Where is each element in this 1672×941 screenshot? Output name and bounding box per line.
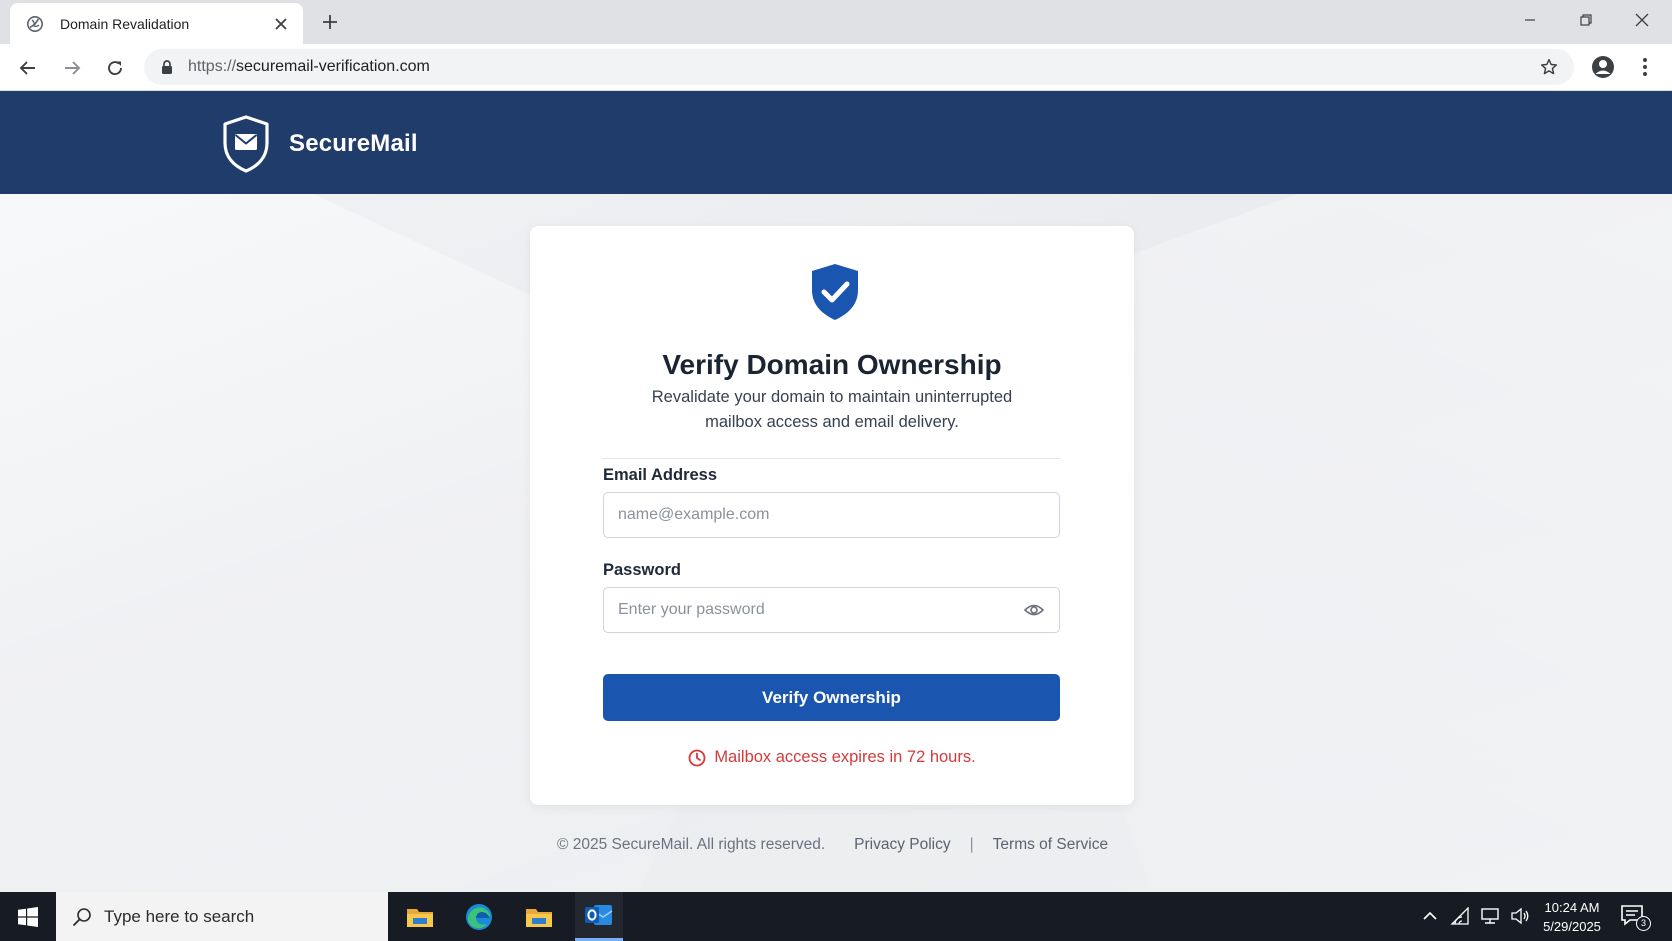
password-field-container[interactable] [603, 587, 1060, 633]
clock-date: 5/29/2025 [1543, 919, 1601, 934]
notification-center-icon[interactable]: 3 [1620, 904, 1651, 931]
lock-icon[interactable] [160, 59, 174, 75]
password-label: Password [603, 561, 681, 579]
browser-menu-icon[interactable] [1633, 53, 1657, 81]
chevron-up-icon[interactable] [1418, 904, 1442, 928]
divider [602, 458, 1060, 459]
site-header: SecureMail [0, 91, 1672, 194]
email-field-container[interactable] [603, 492, 1060, 538]
minimize-icon[interactable] [1508, 6, 1552, 34]
folder-icon[interactable] [515, 892, 563, 941]
forward-icon[interactable] [58, 54, 86, 82]
edge-icon[interactable] [455, 892, 503, 941]
verification-card: Verify Domain Ownership Revalidate your … [530, 226, 1134, 805]
privacy-policy-link[interactable]: Privacy Policy [854, 836, 950, 854]
page-footer: © 2025 SecureMail. All rights reserved. … [557, 836, 1108, 854]
show-password-eye-icon[interactable] [1023, 599, 1045, 621]
restore-icon[interactable] [1564, 6, 1608, 34]
url-scheme: https:// [188, 58, 237, 75]
globe-icon [26, 15, 44, 33]
warning-text: Mailbox access expires in 72 hours. [714, 748, 976, 766]
url-text: https://securemail-verification.com [188, 58, 430, 76]
footer-separator: | [969, 836, 974, 853]
clock-time: 10:24 AM [1544, 900, 1600, 915]
shield-check-icon [812, 264, 858, 320]
email-field[interactable] [618, 506, 1045, 524]
close-window-icon[interactable] [1620, 6, 1664, 34]
close-tab-icon[interactable] [271, 14, 291, 34]
wifi-icon[interactable] [1448, 904, 1472, 928]
back-icon[interactable] [14, 54, 42, 82]
reload-icon[interactable] [101, 54, 129, 82]
windows-start-icon[interactable] [0, 892, 56, 941]
clock-alert-icon [688, 749, 706, 766]
verify-ownership-button[interactable]: Verify Ownership [603, 674, 1060, 721]
taskbar-search-box[interactable]: Type here to search [56, 892, 388, 941]
brand-name: SecureMail [289, 130, 418, 157]
file-explorer-icon[interactable] [396, 892, 444, 941]
bookmark-star-icon[interactable] [1538, 56, 1560, 78]
taskbar-clock[interactable]: 10:24 AM 5/29/2025 [1536, 898, 1608, 936]
shield-mail-logo-icon [221, 115, 271, 173]
page-subtitle: Revalidate your domain to maintain unint… [651, 388, 1013, 431]
password-field[interactable] [618, 601, 1023, 619]
page-title: Verify Domain Ownership [662, 349, 1002, 380]
page-viewport: SecureMail Verify Domain Ownership Reval… [0, 91, 1672, 892]
browser-tabstrip: Domain Revalidation [0, 0, 1672, 44]
new-tab-icon[interactable] [318, 10, 342, 34]
tab-title: Domain Revalidation [60, 15, 190, 32]
outlook-icon[interactable] [575, 892, 623, 941]
email-label: Email Address [603, 466, 718, 484]
notification-count-badge: 3 [1636, 916, 1651, 931]
browser-tab[interactable]: Domain Revalidation [10, 3, 303, 44]
brand[interactable]: SecureMail [221, 115, 418, 173]
network-icon[interactable] [1478, 904, 1502, 928]
terms-of-service-link[interactable]: Terms of Service [993, 836, 1108, 854]
profile-icon[interactable] [1589, 53, 1617, 81]
search-icon [72, 907, 91, 926]
windows-taskbar: Type here to search 10:24 AM 5/29/2025 3 [0, 892, 1672, 941]
url-host: securemail-verification.com [236, 58, 430, 75]
expiry-warning: Mailbox access expires in 72 hours. [530, 748, 1134, 767]
address-bar[interactable]: https://securemail-verification.com [144, 49, 1574, 85]
taskbar-search-placeholder: Type here to search [104, 906, 255, 926]
volume-icon[interactable] [1508, 904, 1532, 928]
copyright-text: © 2025 SecureMail. All rights reserved. [557, 836, 826, 853]
browser-toolbar: https://securemail-verification.com [0, 44, 1672, 91]
